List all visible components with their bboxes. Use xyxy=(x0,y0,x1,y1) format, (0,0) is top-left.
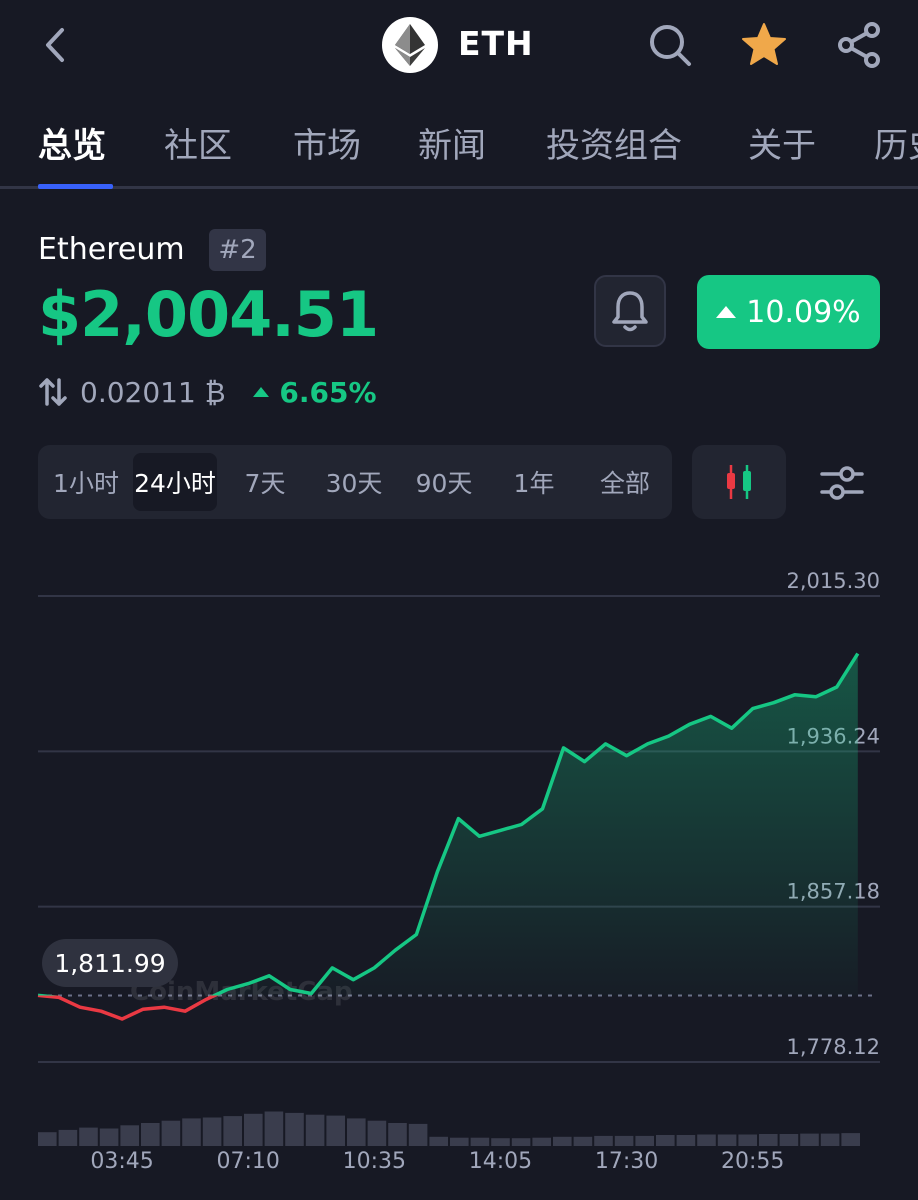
volume-bar xyxy=(491,1138,510,1146)
y-tick-label: 2,015.30 xyxy=(786,569,880,593)
volume-bar xyxy=(511,1138,531,1146)
tab-bar: 总览 社区 市场 新闻 投资组合 关于 历史 xyxy=(0,118,918,188)
volume-bar xyxy=(120,1125,139,1146)
volume-bar xyxy=(223,1116,242,1146)
volume-bar xyxy=(264,1111,284,1146)
volume-bar xyxy=(532,1137,551,1146)
x-tick-label: 10:35 xyxy=(343,1149,406,1174)
chart-settings-button[interactable] xyxy=(812,455,872,511)
tab-market[interactable]: 市场 xyxy=(293,118,361,167)
price-alert-button[interactable] xyxy=(594,275,666,347)
volume-bar xyxy=(141,1123,160,1146)
range-24h[interactable]: 24小时 xyxy=(133,453,217,511)
volume-bar xyxy=(553,1136,572,1146)
volume-bar xyxy=(58,1129,78,1146)
volume-bar xyxy=(408,1123,428,1146)
share-icon xyxy=(838,22,880,68)
volume-bar xyxy=(429,1136,448,1146)
search-icon xyxy=(650,25,691,66)
ethereum-logo-icon xyxy=(395,24,425,66)
range-1h[interactable]: 1小时 xyxy=(46,453,126,511)
time-range-selector: 1小时 24小时 7天 30天 90天 1年 全部 xyxy=(38,445,672,519)
btc-price-row: 0.02011 ₿ 6.65% xyxy=(38,373,377,411)
candlestick-icon xyxy=(727,465,751,499)
volume-bar xyxy=(347,1118,366,1146)
tab-news[interactable]: 新闻 xyxy=(418,118,486,167)
ethereum-logo xyxy=(382,17,438,73)
rank-badge: #2 xyxy=(209,229,266,271)
coin-symbol: ETH xyxy=(458,24,534,63)
active-tab-indicator xyxy=(38,184,113,189)
swap-arrows-icon xyxy=(39,378,67,406)
share-button[interactable] xyxy=(832,18,886,72)
x-tick-label: 17:30 xyxy=(595,1149,658,1174)
open-price-label: 1,811.99 xyxy=(42,939,178,987)
tabs-divider xyxy=(0,186,918,189)
volume-bar xyxy=(738,1134,757,1146)
btc-price: 0.02011 ₿ xyxy=(80,375,226,409)
y-tick-label: 1,778.12 xyxy=(786,1035,880,1059)
volume-bar xyxy=(841,1133,860,1146)
volume-bar xyxy=(594,1135,613,1146)
volume-bar xyxy=(305,1114,325,1146)
x-tick-label: 14:05 xyxy=(469,1149,532,1174)
tab-history[interactable]: 历史 xyxy=(874,118,918,167)
tab-overview[interactable]: 总览 xyxy=(38,118,106,167)
volume-bar xyxy=(99,1128,119,1146)
sliders-icon xyxy=(820,466,864,500)
price-change-value: 10.09% xyxy=(746,294,861,330)
volume-bar xyxy=(717,1134,737,1146)
volume-bar xyxy=(759,1134,778,1146)
volume-bar xyxy=(635,1135,654,1146)
volume-bar xyxy=(820,1133,840,1146)
search-button[interactable] xyxy=(643,18,697,72)
volume-bar xyxy=(38,1132,57,1146)
volume-bar xyxy=(697,1134,716,1146)
range-7d[interactable]: 7天 xyxy=(228,453,302,511)
volume-bar xyxy=(800,1133,819,1146)
volume-bar xyxy=(388,1123,407,1146)
volume-bar xyxy=(79,1127,98,1146)
volume-bar xyxy=(573,1136,593,1146)
btc-change-value: 6.65% xyxy=(279,375,377,409)
volume-bar xyxy=(202,1117,222,1146)
range-all[interactable]: 全部 xyxy=(586,453,664,511)
range-1y[interactable]: 1年 xyxy=(498,453,570,511)
candlestick-toggle-button[interactable] xyxy=(692,445,786,519)
volume-bar xyxy=(676,1135,696,1146)
watchlist-star-button[interactable] xyxy=(737,18,791,72)
volume-bar xyxy=(161,1120,181,1146)
x-tick-label: 03:45 xyxy=(90,1149,153,1174)
bell-icon xyxy=(612,291,648,332)
price-chart[interactable]: 2,015.301,936.241,857.181,778.12 CoinMar… xyxy=(0,560,918,1200)
up-triangle-icon xyxy=(716,306,737,318)
volume-bar xyxy=(326,1115,345,1146)
volume-bar xyxy=(367,1120,387,1146)
tab-community[interactable]: 社区 xyxy=(164,118,232,167)
volume-bar xyxy=(779,1134,799,1146)
price-value: $2,004.51 xyxy=(38,278,379,351)
volume-bar xyxy=(285,1112,304,1146)
tab-portfolio[interactable]: 投资组合 xyxy=(546,118,682,167)
star-icon xyxy=(742,23,786,65)
btc-change: 6.65% xyxy=(235,375,377,409)
volume-bar xyxy=(470,1137,490,1146)
x-tick-label: 07:10 xyxy=(217,1149,280,1174)
volume-bar xyxy=(182,1118,201,1146)
volume-bar xyxy=(656,1135,675,1146)
volume-bar xyxy=(614,1135,634,1146)
volume-bar xyxy=(450,1137,469,1146)
tab-about[interactable]: 关于 xyxy=(748,118,816,167)
coin-name: Ethereum xyxy=(38,232,185,267)
chevron-left-icon xyxy=(46,28,64,62)
range-30d[interactable]: 30天 xyxy=(314,453,394,511)
up-triangle-icon xyxy=(253,387,270,397)
price-change-badge[interactable]: 10.09% xyxy=(697,275,880,349)
volume-bar xyxy=(244,1113,263,1146)
back-button[interactable] xyxy=(36,22,76,68)
range-90d[interactable]: 90天 xyxy=(404,453,484,511)
x-tick-label: 20:55 xyxy=(721,1149,784,1174)
